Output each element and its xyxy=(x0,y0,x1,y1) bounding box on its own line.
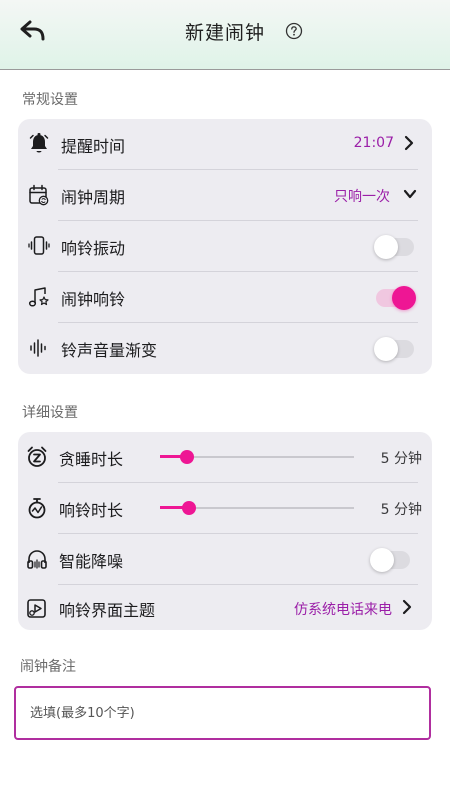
ringtone-row: 闹钟响铃 xyxy=(18,272,432,323)
note-input-box[interactable] xyxy=(14,686,431,740)
section-title-general: 常规设置 xyxy=(22,92,78,108)
remind-time-value: 21:07 xyxy=(353,135,394,151)
remind-time-label: 提醒时间 xyxy=(61,137,126,156)
ring-duration-row: 响铃时长 5 分钟 xyxy=(18,483,432,534)
fade-in-label: 铃声音量渐变 xyxy=(61,341,158,360)
page-title: 新建闹钟 xyxy=(184,22,265,44)
theme-play-icon xyxy=(27,599,46,618)
note-input[interactable] xyxy=(16,688,429,738)
ringtone-toggle[interactable] xyxy=(376,286,416,310)
vibrate-row: 响铃振动 xyxy=(18,221,432,272)
chevron-right-icon xyxy=(402,599,412,615)
snooze-alarm-icon xyxy=(27,446,47,467)
header-bar: 新建闹钟 xyxy=(0,0,450,70)
calendar-repeat-icon xyxy=(29,184,49,206)
snooze-row: 贪睡时长 5 分钟 xyxy=(18,432,432,483)
snooze-value: 5 分钟 xyxy=(380,451,422,467)
cycle-label: 闹钟周期 xyxy=(61,188,126,207)
ring-duration-slider[interactable] xyxy=(160,498,354,518)
fade-in-row: 铃声音量渐变 xyxy=(18,323,432,374)
bell-icon xyxy=(29,133,49,153)
ring-duration-label: 响铃时长 xyxy=(59,501,124,520)
chevron-right-icon xyxy=(404,135,414,151)
toggle-knob xyxy=(374,235,398,259)
theme-value: 仿系统电话来电 xyxy=(294,602,392,618)
toggle-knob xyxy=(374,337,398,361)
vibrate-toggle[interactable] xyxy=(374,235,414,259)
help-button[interactable] xyxy=(285,22,303,40)
noise-reduction-row: 智能降噪 xyxy=(18,534,432,585)
detail-settings-card: 贪睡时长 5 分钟 响铃时长 5 分钟 智能降噪 响铃界面主题 仿系统电话来电 xyxy=(18,432,432,630)
slider-thumb[interactable] xyxy=(182,501,197,515)
snooze-slider[interactable] xyxy=(160,447,354,467)
vibrate-label: 响铃振动 xyxy=(61,239,126,258)
sound-wave-icon xyxy=(30,339,46,357)
timer-icon xyxy=(28,498,46,519)
slider-thumb[interactable] xyxy=(180,450,195,464)
toggle-knob xyxy=(370,548,394,572)
music-note-icon xyxy=(28,287,49,307)
chevron-down-icon xyxy=(403,189,417,199)
ringtone-label: 闹钟响铃 xyxy=(61,290,126,309)
noise-reduction-toggle[interactable] xyxy=(370,548,410,572)
cycle-value: 只响一次 xyxy=(334,189,390,205)
section-title-detail: 详细设置 xyxy=(22,405,78,421)
fade-in-toggle[interactable] xyxy=(374,337,414,361)
question-circle-icon xyxy=(285,22,303,40)
ring-duration-value: 5 分钟 xyxy=(380,502,422,518)
snooze-label: 贪睡时长 xyxy=(59,450,124,469)
theme-row[interactable]: 响铃界面主题 仿系统电话来电 xyxy=(18,585,432,630)
noise-reduction-label: 智能降噪 xyxy=(59,552,124,571)
headphones-icon xyxy=(27,550,47,569)
general-settings-card: 提醒时间 21:07 闹钟周期 只响一次 响铃振动 闹钟响铃 铃声音量渐变 xyxy=(18,119,432,374)
cycle-row[interactable]: 闹钟周期 只响一次 xyxy=(18,170,432,221)
theme-label: 响铃界面主题 xyxy=(59,601,156,620)
remind-time-row[interactable]: 提醒时间 21:07 xyxy=(18,119,432,170)
toggle-knob xyxy=(392,286,416,310)
phone-vibrate-icon xyxy=(28,236,50,255)
section-title-note: 闹钟备注 xyxy=(20,659,76,675)
